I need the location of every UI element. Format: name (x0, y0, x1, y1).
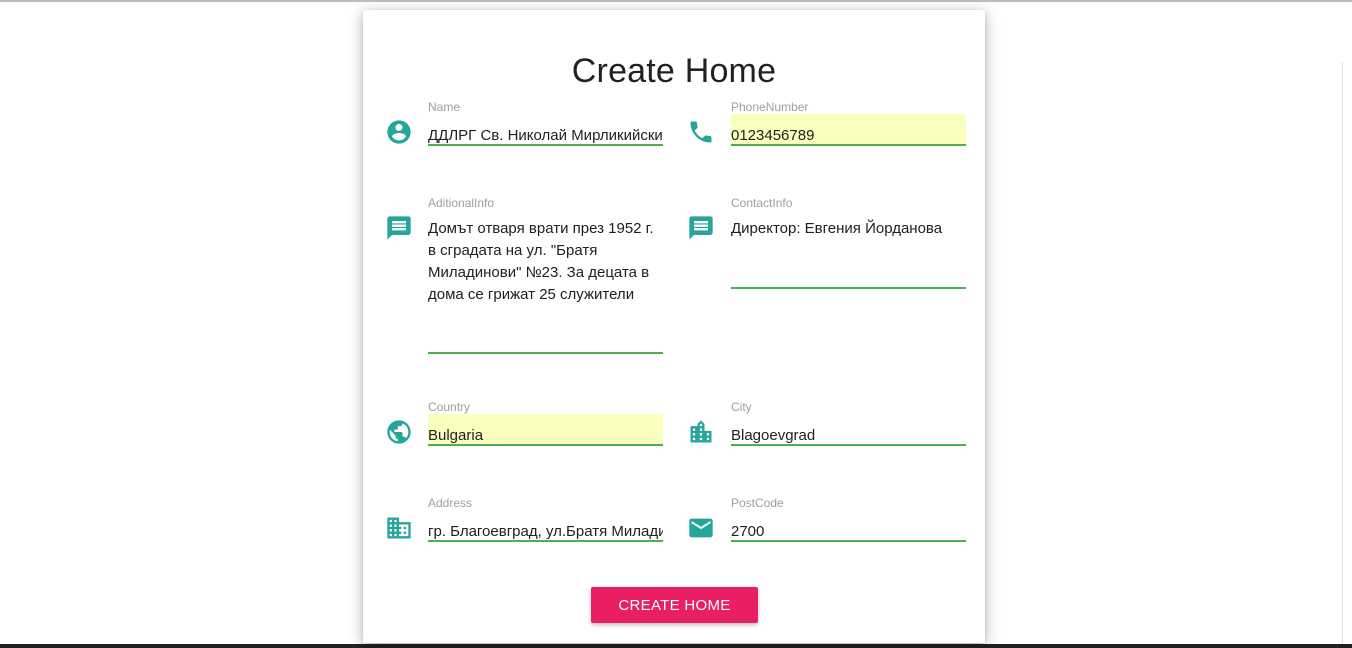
phone-label: PhoneNumber (731, 100, 809, 114)
globe-icon (385, 418, 413, 446)
address-input[interactable] (428, 510, 663, 542)
create-home-card: Create Home Name PhoneNumber AditionalIn… (363, 10, 985, 643)
additional-info-textarea[interactable]: Домът отваря врати през 1952 г. в сграда… (428, 210, 663, 354)
additional-info-label: AditionalInfo (428, 196, 495, 210)
taskbar-edge (0, 644, 1352, 648)
name-label: Name (428, 100, 461, 114)
phone-input[interactable] (731, 114, 966, 146)
country-label: Country (428, 400, 471, 414)
message-icon (687, 214, 715, 242)
city-label: City (731, 400, 752, 414)
address-label: Address (428, 496, 473, 510)
city-input[interactable] (731, 414, 966, 446)
name-input[interactable] (428, 114, 663, 146)
country-input[interactable] (428, 414, 663, 446)
email-icon (687, 514, 715, 542)
account-circle-icon (385, 118, 413, 146)
postcode-label: PostCode (731, 496, 784, 510)
message-icon (385, 214, 413, 242)
page-title: Create Home (571, 52, 777, 90)
location-city-icon (687, 418, 715, 446)
contact-info-label: ContactInfo (731, 196, 793, 210)
scrollbar-edge (1342, 62, 1343, 648)
postcode-input[interactable] (731, 510, 966, 542)
browser-top-border (0, 0, 1352, 2)
contact-info-textarea[interactable]: Директор: Евгения Йорданова (731, 210, 966, 289)
create-home-button[interactable]: CREATE HOME (591, 587, 758, 623)
phone-icon (687, 118, 715, 146)
business-icon (385, 514, 413, 542)
